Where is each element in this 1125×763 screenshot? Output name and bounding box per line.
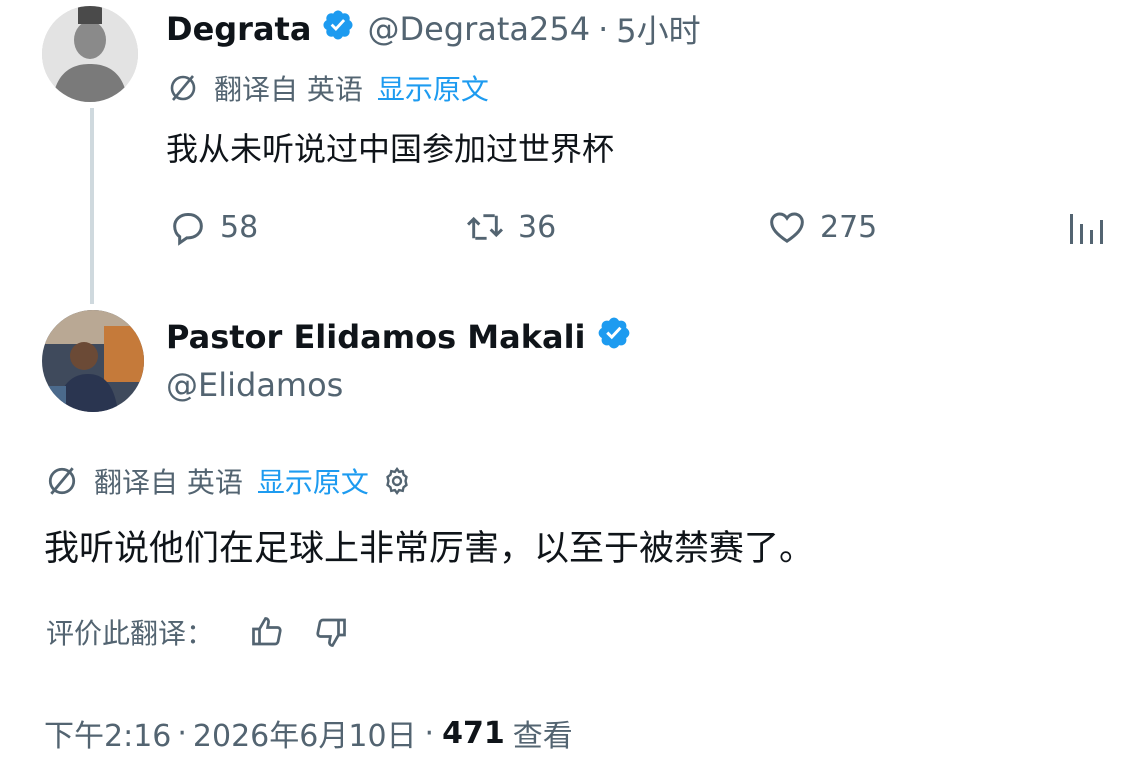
main-translated-from: 翻译自 英语 xyxy=(94,466,243,499)
like-button[interactable]: 275 xyxy=(766,204,877,250)
repost-count: 36 xyxy=(518,209,557,245)
gear-icon[interactable] xyxy=(381,465,413,497)
main-tweet-text: 我听说他们在足球上非常厉害，以至于被禁赛了。 xyxy=(44,529,815,569)
translate-icon xyxy=(46,465,78,497)
analytics-button[interactable] xyxy=(1068,208,1108,250)
translate-icon xyxy=(168,73,198,103)
avatar-elidamos[interactable] xyxy=(42,310,144,412)
repost-icon xyxy=(467,214,503,240)
parent-show-original-link[interactable]: 显示原文 xyxy=(377,68,489,108)
parent-separator: · xyxy=(598,10,609,48)
parent-display-name[interactable]: Degrata xyxy=(166,10,311,48)
thumbs-up-icon[interactable] xyxy=(248,614,286,650)
main-tweet-header: Pastor Elidamos Makali xyxy=(166,314,632,360)
reply-icon xyxy=(173,213,203,246)
avatar-degrata[interactable] xyxy=(42,6,138,102)
parent-tweet-text: 我从未听说过中国参加过世界杯 xyxy=(166,130,615,168)
thumbs-down-icon[interactable] xyxy=(312,614,350,650)
parent-handle[interactable]: @Degrata254 xyxy=(367,10,590,48)
views-label: 查看 xyxy=(512,719,573,754)
main-display-name[interactable]: Pastor Elidamos Makali xyxy=(166,318,586,356)
post-timestamp-footer: 下午2:16 · 2026年6月10日 · 471 查看 xyxy=(44,710,573,756)
avatar-elidamos-image xyxy=(42,310,144,412)
views-count: 471 xyxy=(442,715,505,751)
main-handle[interactable]: @Elidamos xyxy=(166,366,343,404)
rate-translation-label: 评价此翻译： xyxy=(46,617,215,650)
parent-translated-from: 翻译自 英语 xyxy=(214,73,363,106)
parent-tweet-header: Degrata @Degrata254 · 5小时 xyxy=(166,6,701,52)
like-icon xyxy=(770,212,804,243)
analytics-icon xyxy=(1070,214,1103,244)
footer-separator-1: · xyxy=(177,715,187,751)
footer-separator-2: · xyxy=(424,715,435,751)
parent-translation-note: 翻译自 英语 显示原文 xyxy=(168,68,489,108)
reply-count: 58 xyxy=(220,209,259,245)
rate-translation-row: 评价此翻译： xyxy=(46,610,350,654)
avatar-degrata-image xyxy=(42,6,138,102)
like-count: 275 xyxy=(820,209,878,245)
parent-timestamp[interactable]: 5小时 xyxy=(616,6,700,52)
main-show-original-link[interactable]: 显示原文 xyxy=(257,461,369,501)
repost-button[interactable]: 36 xyxy=(464,204,556,250)
post-time[interactable]: 下午2:16 xyxy=(44,711,171,755)
verified-badge-icon xyxy=(596,315,632,359)
thread-connector-line xyxy=(90,108,94,304)
post-date[interactable]: 2026年6月10日 xyxy=(193,711,417,755)
reply-button[interactable]: 58 xyxy=(168,204,258,250)
main-translation-note: 翻译自 英语 显示原文 xyxy=(46,460,413,502)
verified-badge-icon xyxy=(321,8,355,50)
